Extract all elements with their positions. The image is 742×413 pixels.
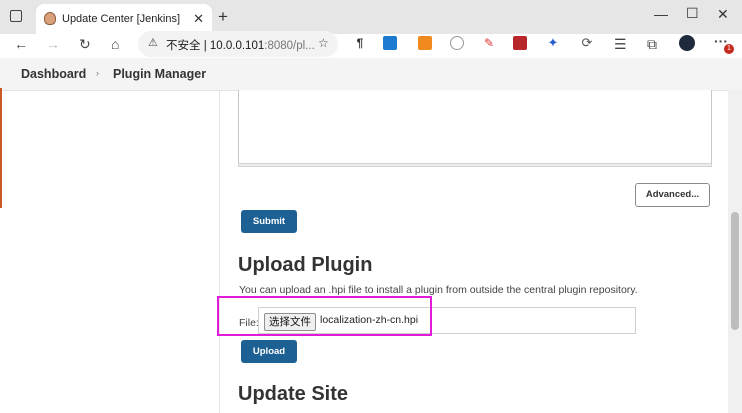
url-rest: :8080/pl... bbox=[264, 40, 315, 52]
security-label: 不安全 bbox=[166, 40, 201, 52]
address-bar[interactable]: ⚠ 不安全 | 10.0.0.101:8080/pl... ☆ bbox=[138, 31, 338, 57]
scrollbar-thumb[interactable] bbox=[731, 212, 739, 330]
breadcrumb-dashboard[interactable]: Dashboard bbox=[21, 67, 86, 81]
page-scrollbar[interactable] bbox=[728, 90, 742, 413]
extension-orange-icon[interactable] bbox=[418, 36, 432, 50]
tab-title: Update Center [Jenkins] bbox=[62, 13, 181, 25]
breadcrumb-plugin-manager[interactable]: Plugin Manager bbox=[113, 67, 206, 81]
add-favorite-icon[interactable]: ☆ bbox=[318, 36, 329, 50]
advanced-button[interactable]: Advanced... bbox=[635, 183, 710, 207]
address-text: 不安全 | 10.0.0.101:8080/pl... bbox=[166, 40, 315, 52]
textarea-resize-handle[interactable] bbox=[238, 163, 712, 167]
tab-actions-icon[interactable] bbox=[10, 10, 22, 22]
url-textarea[interactable] bbox=[238, 90, 712, 164]
back-icon[interactable]: ← bbox=[14, 36, 28, 52]
extension-red-icon[interactable]: ✎ bbox=[482, 36, 496, 50]
breadcrumb-bar bbox=[0, 58, 742, 91]
extension-star-icon[interactable]: ✦ bbox=[546, 36, 560, 50]
extension-darkred-icon[interactable] bbox=[513, 36, 527, 50]
sidebar-edge bbox=[0, 88, 2, 208]
submit-button[interactable]: Submit bbox=[241, 210, 297, 233]
mouse-extension-icon[interactable] bbox=[450, 36, 464, 50]
update-site-heading: Update Site bbox=[238, 383, 349, 405]
close-window-icon[interactable]: ✕ bbox=[717, 6, 729, 23]
paragraph-extension-icon[interactable]: ¶ bbox=[353, 36, 367, 50]
url-host: 10.0.0.101 bbox=[209, 40, 265, 52]
upload-button[interactable]: Upload bbox=[241, 340, 297, 363]
warning-icon[interactable]: ⚠ bbox=[148, 36, 158, 49]
maximize-icon[interactable]: ☐ bbox=[686, 5, 699, 22]
upload-plugin-heading: Upload Plugin bbox=[238, 254, 373, 276]
home-icon[interactable]: ⌂ bbox=[111, 36, 119, 52]
extension-refresh-icon[interactable]: ⟳ bbox=[580, 36, 594, 50]
highlight-box bbox=[217, 296, 432, 336]
upload-description: You can upload an .hpi file to install a… bbox=[239, 284, 638, 296]
close-tab-icon[interactable]: ✕ bbox=[193, 11, 204, 27]
collections-icon[interactable]: ⧉ bbox=[647, 36, 657, 53]
notification-badge: 1 bbox=[724, 44, 734, 54]
new-tab-icon[interactable]: + bbox=[218, 7, 228, 27]
profile-avatar[interactable] bbox=[679, 35, 695, 51]
content-divider bbox=[219, 90, 220, 413]
minimize-icon[interactable]: — bbox=[654, 6, 668, 22]
forward-icon[interactable]: → bbox=[46, 36, 60, 52]
refresh-icon[interactable]: ↻ bbox=[79, 36, 91, 53]
extension-blue-icon[interactable] bbox=[383, 36, 397, 50]
favorites-icon[interactable]: ☰ bbox=[614, 36, 627, 53]
jenkins-favicon-icon bbox=[44, 12, 56, 25]
breadcrumb-chevron-icon: › bbox=[96, 68, 99, 78]
browser-tab[interactable]: Update Center [Jenkins] ✕ bbox=[36, 4, 212, 34]
